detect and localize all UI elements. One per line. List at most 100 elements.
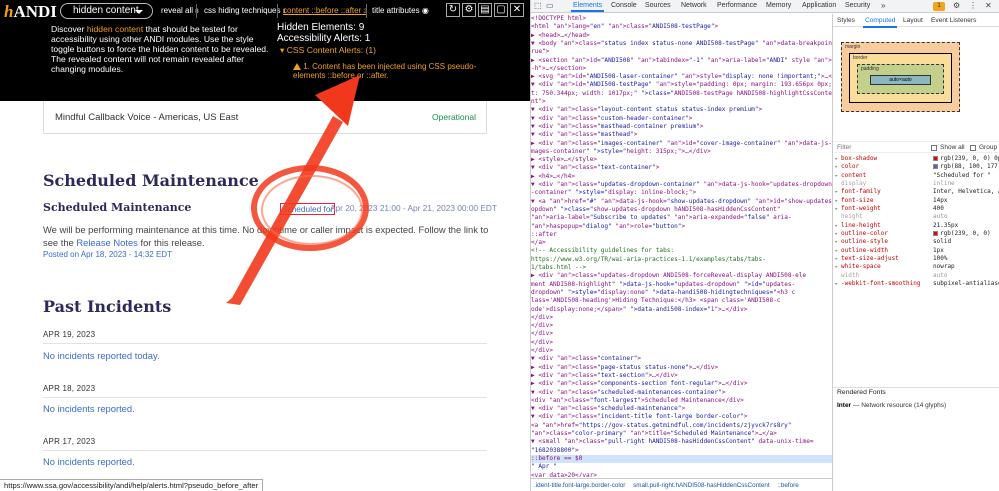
dom-node-line[interactable]: ▼ <div "an">class="text-container"> [531, 164, 832, 172]
alert-group[interactable]: ▾ CSS Content Alerts: (1) [277, 45, 527, 56]
dom-node-line[interactable]: ▶ <style>…</style> [531, 156, 832, 164]
dom-node-line[interactable]: ▼ <div "an">class="custom-header-contain… [531, 115, 832, 123]
computed-property-row[interactable]: ▸ white-space nowrap [833, 263, 999, 271]
dom-node-line[interactable]: mages-container" ">style="height: 315px;… [531, 148, 832, 156]
computed-property-row[interactable]: ▸ outline-width 1px [833, 247, 999, 255]
color-swatch-icon[interactable] [933, 155, 938, 161]
dom-node-line[interactable]: <!-- Accessibility guidelines for tabs: [531, 247, 832, 255]
device-toggle-icon[interactable]: ▭ [546, 1, 554, 10]
breadcrumb-item[interactable]: ::before [777, 482, 798, 489]
toggle-css-hiding[interactable]: css hiding techniques 1 [204, 6, 286, 15]
computed-property-row[interactable]: ▸ line-height 21.35px [833, 222, 999, 230]
show-all-checkbox[interactable] [931, 145, 937, 151]
expand-icon[interactable]: ▸ [835, 255, 838, 263]
tab-network[interactable]: Network [681, 2, 707, 9]
breadcrumb-item[interactable]: small.pull-right.hANDI508-hasHiddenCssCo… [633, 482, 770, 489]
expand-icon[interactable]: ▸ [835, 188, 838, 196]
dom-node-line[interactable]: </div> [531, 314, 832, 322]
dom-node-line[interactable]: ▶ <svg "an">id="ANDI508-laser-container"… [531, 73, 832, 81]
expand-icon[interactable]: ▸ [835, 197, 838, 205]
computed-property-row[interactable]: ▸ font-size 14px [833, 197, 999, 205]
incident-title-link[interactable]: Scheduled Maintenance [43, 201, 191, 214]
dom-node-line[interactable]: ▼ <div "an">id="ANDI508-testPage" "an">s… [531, 81, 832, 89]
dom-node-line[interactable]: <div "an">class="font-largest">Scheduled… [531, 397, 832, 405]
toggle-title-attributes[interactable]: title attributes ◉ [372, 6, 429, 15]
expand-icon[interactable]: ▸ [835, 263, 838, 271]
computed-property-row[interactable]: width auto [833, 272, 999, 280]
settings-icon[interactable]: ⚙ [953, 1, 960, 10]
expand-icon[interactable]: ▸ [835, 222, 838, 230]
dom-node-line[interactable]: opdown" ">class="show-updates-dropdown h… [531, 206, 832, 214]
expand-icon[interactable]: ▸ [835, 230, 838, 238]
dom-node-line[interactable]: ▼ <div "an">class="scheduled-maintenance… [531, 389, 832, 397]
tab-security[interactable]: Security [845, 2, 870, 9]
dom-node-line[interactable]: ▼ <a "an">href="#" "an">data-js-hook="sh… [531, 198, 832, 206]
tab-sources[interactable]: Sources [645, 2, 671, 9]
expand-icon[interactable]: ▸ [835, 247, 838, 255]
toggle-reveal-all[interactable]: reveal all 8 [161, 6, 199, 15]
output-button[interactable]: ▤ [478, 3, 492, 17]
tab-computed[interactable]: Computed [862, 17, 898, 28]
dom-node-line[interactable]: <a "an">href="https://gov-status.getmind… [531, 422, 832, 430]
dom-node-line[interactable]: 1/tabs.html --> [531, 264, 832, 272]
dom-node-line[interactable]: ▶ <div "an">class="text-section">…</div> [531, 372, 832, 380]
alert-item[interactable]: 1. Content has been injected using CSS p… [293, 62, 508, 80]
expand-icon[interactable]: ▸ [835, 163, 838, 171]
dom-node-line[interactable]: ▶ <section "an">id="ANDI508" "an">tabind… [531, 57, 832, 65]
computed-property-row[interactable]: height auto [833, 213, 999, 221]
dom-node-line[interactable]: rue"> [531, 48, 832, 56]
computed-property-row[interactable]: ▸ outline-color rgb(239, 0, 0) [833, 230, 999, 238]
dom-node-line[interactable]: <var data>20</var> [531, 472, 832, 478]
computed-property-row[interactable]: ▸ text-size-adjust 100% [833, 255, 999, 263]
close-button[interactable]: ✕ [510, 3, 524, 17]
tab-layout[interactable]: Layout [903, 17, 923, 24]
color-swatch-icon[interactable] [933, 230, 938, 236]
tab-elements[interactable]: Elements [570, 2, 605, 12]
dom-node-line[interactable]: ▼ <body "an">class="status index status-… [531, 40, 832, 48]
expand-icon[interactable]: ▸ [835, 155, 838, 163]
more-options-icon[interactable]: ⋮ [969, 1, 977, 10]
dom-node-line[interactable]: " Apr " [531, 463, 832, 471]
computed-property-row[interactable]: display inline [833, 180, 999, 188]
tab-styles[interactable]: Styles [837, 17, 855, 24]
dom-node-line[interactable]: lass='ANDI508-heading'>Hiding Technique:… [531, 297, 832, 305]
dom-node-line[interactable]: ode'>display:none;</span>" ">data-andi50… [531, 306, 832, 314]
dom-node-line[interactable]: ▶ <div "an">class="components-section fo… [531, 380, 832, 388]
filter-input[interactable]: Filter [837, 144, 851, 151]
dom-node-line[interactable]: ▼ <div "an">class="updates-dropdown-cont… [531, 181, 832, 189]
dom-node-line[interactable]: -container" ">style="display: inline-blo… [531, 189, 832, 197]
close-icon[interactable]: ✕ [985, 1, 992, 10]
dom-node-line[interactable]: dropdown" ">style="display:none" ">data-… [531, 289, 832, 297]
dom-node-line[interactable]: ▶ <div "an">class="images-container" "an… [531, 140, 832, 148]
dom-node-line[interactable]: </div> [531, 330, 832, 338]
computed-property-row[interactable]: ▸ content "Scheduled for " [833, 172, 999, 180]
computed-property-row[interactable]: ▸ font-family Inter, Helvetica, Ar [833, 188, 999, 196]
dom-node-line[interactable]: ::after [531, 231, 832, 239]
expand-icon[interactable]: ▸ [835, 205, 838, 213]
tab-event-listeners[interactable]: Event Listeners [931, 17, 976, 24]
dom-node-line[interactable]: "1682038800"> [531, 447, 832, 455]
toggle-pseudo-content[interactable]: content ::before ::after 2 [283, 6, 367, 15]
settings-button[interactable]: ⚙ [462, 3, 476, 17]
dom-node-line[interactable]: <html "an">lang="en" "an">class="ANDI508… [531, 23, 832, 31]
release-notes-link[interactable]: Release Notes [76, 237, 138, 248]
group-checkbox[interactable] [970, 145, 976, 151]
dom-node-line[interactable]: nt"> [531, 98, 832, 106]
expand-icon[interactable]: ▸ [835, 238, 838, 246]
dom-node-line[interactable]: ▼ <div "an">class="masthead-container pr… [531, 123, 832, 131]
dom-tree[interactable]: <!DOCTYPE html> <html "an">lang="en" "an"… [531, 14, 832, 477]
dom-node-line[interactable]: ▶ <h4>…</h4> [531, 173, 832, 181]
dom-node-line[interactable]: -h">…</section> [531, 65, 832, 73]
dom-node-line[interactable]: ▼ <div "an">class="scheduled-maintenance… [531, 405, 832, 413]
computed-property-row[interactable]: ▸ -webkit-font-smoothing subpixel-antialia… [833, 280, 999, 288]
inspect-icon[interactable]: ⬚ [534, 1, 542, 10]
dom-node-line[interactable]: ▼ <div "an">class="layout-content status… [531, 106, 832, 114]
expand-icon[interactable]: ▸ [835, 280, 838, 288]
dom-node-line[interactable]: "an">haspopup="dialog" "an">role="button… [531, 223, 832, 231]
dom-node-line[interactable]: </div> [531, 322, 832, 330]
dom-node-line[interactable]: ▼ <small "an">class="pull-right hANDI508… [531, 438, 832, 446]
expand-icon[interactable]: ▸ [835, 172, 838, 180]
color-swatch-icon[interactable] [933, 163, 938, 169]
computed-property-row[interactable]: ▸ color rgb(88, 100, 177) [833, 163, 999, 171]
dom-node-line[interactable]: ▼ <div "an">class="masthead"> [531, 131, 832, 139]
